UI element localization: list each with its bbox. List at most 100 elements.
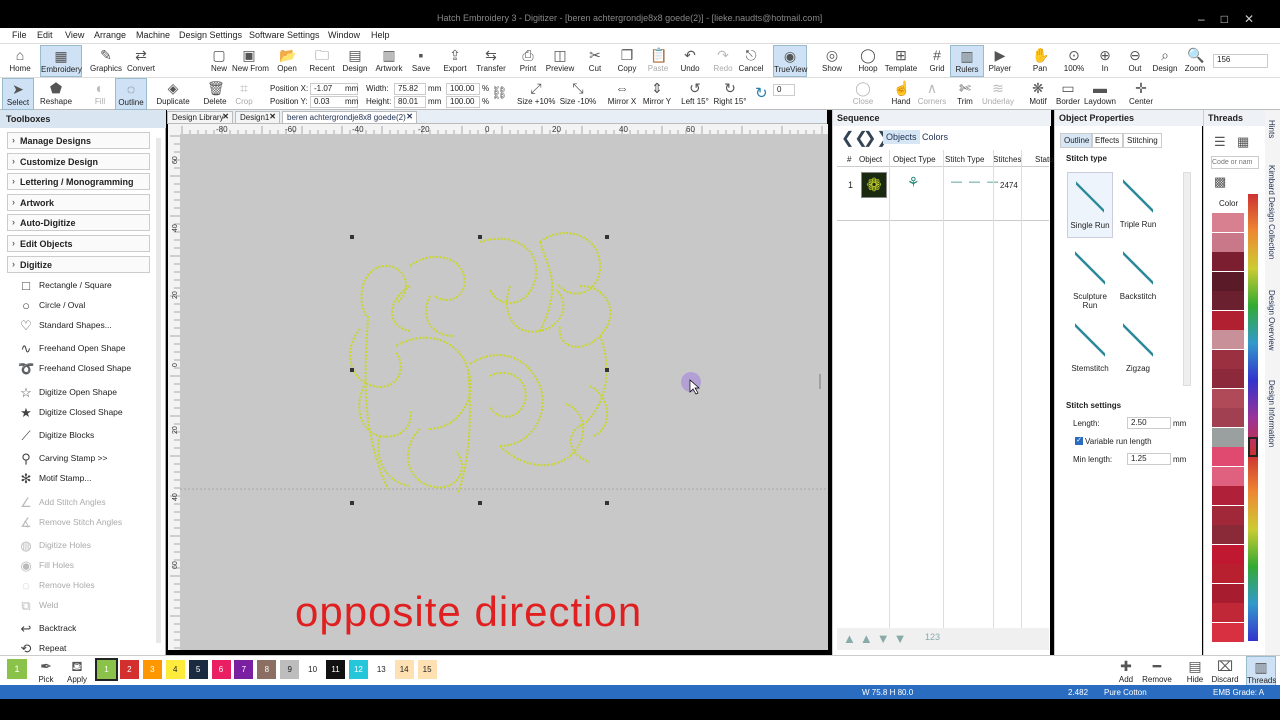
palette-swatch[interactable]: 13 (371, 660, 391, 679)
add-button[interactable]: ✚ Add (1111, 656, 1141, 688)
current-color-swatch[interactable]: 1 (7, 659, 27, 679)
stitch-type-stemstitch[interactable]: Stemstitch (1067, 316, 1113, 382)
stitch-type-triple-run[interactable]: Triple Run (1115, 172, 1161, 238)
tab-effects[interactable]: Effects (1091, 133, 1124, 148)
ribbon-template-button[interactable]: ⊞ Template (884, 45, 918, 77)
palette-swatch[interactable]: 8 (257, 660, 277, 679)
toolbox-item-backtrack[interactable]: ↩ Backtrack (16, 620, 156, 638)
toolbox-item-weld[interactable]: ⧉ Weld (16, 597, 156, 615)
thread-swatch[interactable] (1212, 408, 1244, 427)
toolbox-scrollbar[interactable] (156, 138, 161, 643)
design-canvas[interactable]: -80 -60 -40 -20 0 20 40 60 60 40 20 0 20 40 60 (168, 124, 828, 650)
toolbox-item-motif-stamp[interactable]: ✻ Motif Stamp... (16, 470, 156, 488)
toolbox-category-lettering-monogramming[interactable]: Lettering / Monogramming (7, 173, 150, 191)
toolbox-category-customize-design[interactable]: Customize Design (7, 152, 150, 170)
palette-swatch[interactable]: 11 (326, 660, 345, 679)
doc-tab-0[interactable]: Design Library ✕ (167, 111, 233, 124)
thread-swatch[interactable] (1212, 564, 1244, 583)
toolbox-item-digitize-blocks[interactable]: ⟋ Digitize Blocks (16, 427, 156, 445)
underlay-button[interactable]: ≋ Underlay (980, 78, 1016, 110)
rotate-angle-field[interactable]: 0 (773, 84, 795, 96)
size-10--button[interactable]: ⤢ Size +10% (517, 78, 555, 110)
toolbox-category-digitize[interactable]: Digitize (7, 255, 150, 273)
menu-help[interactable]: Help (371, 30, 390, 40)
mirror-x-button[interactable]: ⇔ Mirror X (603, 78, 641, 110)
width-percent-field[interactable]: 100.00 (446, 83, 480, 95)
selection-handle[interactable] (605, 235, 609, 239)
window-controls[interactable]: –□✕ (1198, 12, 1270, 26)
palette-swatch[interactable]: 14 (394, 660, 414, 679)
border-button[interactable]: ▭ Border (1050, 78, 1086, 110)
ribbon-trueview-button[interactable]: ◉ TrueView (773, 45, 807, 77)
ribbon-artwork-button[interactable]: ▥ Artwork (372, 45, 406, 77)
stitch-type-backstitch[interactable]: Backstitch (1115, 244, 1161, 310)
tab-objects[interactable]: Objects (883, 130, 920, 144)
toolbox-item-rectangle-square[interactable]: □ Rectangle / Square (16, 277, 156, 295)
mirror-y-button[interactable]: ⇕ Mirror Y (638, 78, 676, 110)
thread-swatch[interactable] (1212, 232, 1244, 252)
thread-swatch[interactable] (1212, 525, 1244, 544)
min-length-field[interactable]: 1.25 (1127, 453, 1171, 465)
palette-swatch[interactable]: 1 (95, 658, 118, 681)
toolbox-item-freehand-closed-shape[interactable]: ➰ Freehand Closed Shape (16, 360, 156, 378)
menu-software-settings[interactable]: Software Settings (249, 30, 320, 40)
menu-file[interactable]: File (12, 30, 27, 40)
tab-outline[interactable]: Outline (1060, 133, 1094, 148)
select-tool-button[interactable]: ➤ Select (2, 78, 34, 110)
doc-tab-1[interactable]: Design1 ✕ (235, 111, 280, 124)
variable-run-checkbox[interactable]: ✓ (1075, 437, 1083, 445)
stitch-type-zigzag[interactable]: Zigzag (1115, 316, 1161, 382)
toolbox-item-remove-stitch-angles[interactable]: ∡ Remove Stitch Angles (16, 514, 156, 532)
close-icon[interactable]: ✕ (269, 112, 276, 121)
delete-tool-button[interactable]: 🗑 Delete (199, 78, 231, 110)
ribbon-export-button[interactable]: ⇪ Export (438, 45, 472, 77)
remove-button[interactable]: ━ Remove (1142, 656, 1172, 688)
ribbon-graphics-button[interactable]: ✎ Graphics (89, 45, 123, 77)
palette-swatch[interactable]: 2 (119, 660, 139, 679)
close-icon[interactable]: ✕ (406, 112, 413, 121)
toolbox-item-carving-stamp[interactable]: ⚲ Carving Stamp >> (16, 450, 156, 468)
ribbon-undo-button[interactable]: ↶ Undo (673, 45, 707, 77)
ribbon-pan-button[interactable]: ✋ Pan (1023, 45, 1057, 77)
thread-selection-marker[interactable] (1248, 437, 1258, 457)
apply-button[interactable]: ⛾ Apply (63, 656, 91, 688)
duplicate-tool-button[interactable]: ◈ Duplicate (154, 78, 192, 110)
selection-handle[interactable] (478, 235, 482, 239)
thread-swatch[interactable] (1212, 544, 1244, 564)
reshape-tool-button[interactable]: ⬟ Reshape (40, 78, 72, 110)
thread-swatch[interactable] (1212, 369, 1244, 388)
ribbon-100--button[interactable]: ⊙ 100% (1057, 45, 1091, 77)
toolbox-item-freehand-open-shape[interactable]: ∿ Freehand Open Shape (16, 340, 156, 358)
thread-swatch[interactable] (1212, 271, 1244, 291)
ribbon-in-button[interactable]: ⊕ In (1088, 45, 1122, 77)
thread-swatch[interactable] (1212, 330, 1244, 349)
thread-chart-icon[interactable]: ▩ (1214, 174, 1226, 190)
thread-swatch[interactable] (1212, 310, 1244, 330)
toolbox-item-digitize-open-shape[interactable]: ☆ Digitize Open Shape (16, 384, 156, 402)
close-icon[interactable]: ✕ (222, 112, 229, 121)
size-10--button[interactable]: ⤡ Size -10% (559, 78, 597, 110)
ribbon-open-button[interactable]: 📂 Open (270, 45, 304, 77)
toolbox-item-fill-holes[interactable]: ◉ Fill Holes (16, 557, 156, 575)
thread-swatch[interactable] (1212, 213, 1244, 232)
side-tab-0[interactable]: Hints (1267, 120, 1276, 138)
menu-design-settings[interactable]: Design Settings (179, 30, 242, 40)
threads-button[interactable]: ▥ Threads (1246, 656, 1276, 688)
ribbon-cut-button[interactable]: ✂ Cut (578, 45, 612, 77)
toolbox-item-standard-shapes[interactable]: ♡ Standard Shapes... (16, 317, 156, 335)
thread-swatch[interactable] (1212, 447, 1244, 466)
thread-swatch[interactable] (1212, 583, 1244, 603)
toolbox-category-manage-designs[interactable]: Manage Designs (7, 132, 150, 149)
toolbox-item-remove-holes[interactable]: ◌ Remove Holes (16, 577, 156, 595)
ribbon-grid-button[interactable]: # Grid (920, 45, 954, 77)
ribbon-transfer-button[interactable]: ⇆ Transfer (474, 45, 508, 77)
outline-tool-button[interactable]: ◌ Outline (115, 78, 147, 110)
ribbon-copy-button[interactable]: ❐ Copy (610, 45, 644, 77)
tab-stitching[interactable]: Stitching (1123, 133, 1162, 148)
ribbon-convert-button[interactable]: ⇄ Convert (124, 45, 158, 77)
lock-proportions-icon[interactable]: ⛓ (491, 85, 508, 101)
laydown-button[interactable]: ▬ Laydown (1082, 78, 1118, 110)
hide-button[interactable]: ▤ Hide (1180, 656, 1210, 688)
ribbon-embroidery-button[interactable]: ▦ Embroidery (40, 45, 82, 77)
side-tab-3[interactable]: Design Information (1267, 380, 1276, 447)
